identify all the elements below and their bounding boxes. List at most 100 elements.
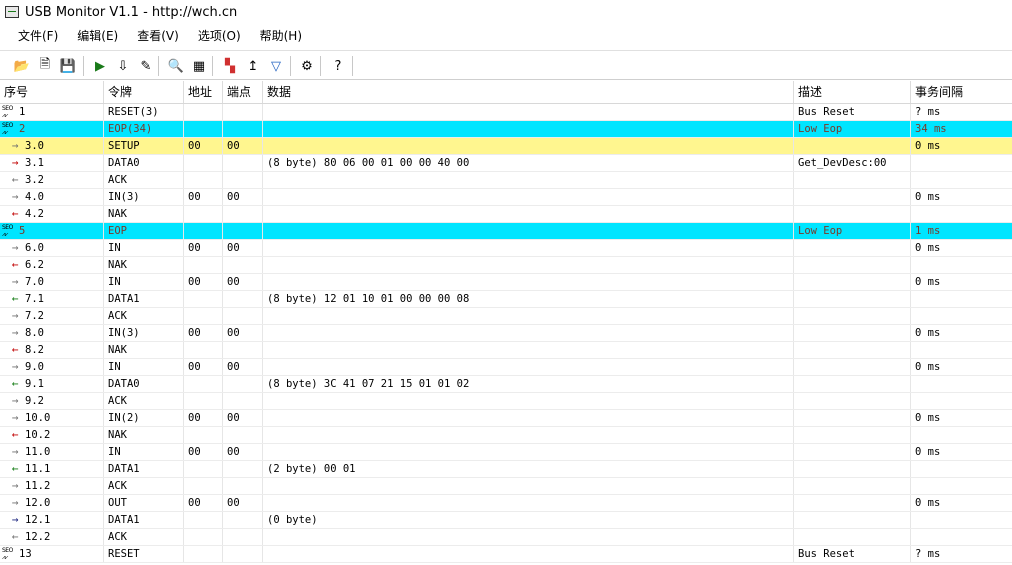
arrow-right-icon: → [11,275,19,288]
packet-row[interactable]: → 3.0 SETUP 00 00 0 ms [0,138,1012,155]
table-view-icon[interactable]: ▦ [189,56,209,76]
endpoint-cell: 00 [223,325,263,341]
description-cell [794,410,911,426]
data-cell: (8 byte) 12 01 10 01 00 00 00 08 [263,291,794,307]
packet-row[interactable]: ← 11.1 DATA1 (2 byte) 00 01 [0,461,1012,478]
address-cell [184,342,223,358]
packet-row[interactable]: → 7.0 IN 00 00 0 ms [0,274,1012,291]
packet-row[interactable]: → 11.2 ACK [0,478,1012,495]
interval-cell [911,206,1012,222]
arrow-left-icon: ← [11,428,19,441]
arrow-right-icon: → [11,241,19,254]
column-header-token[interactable]: 令牌 [104,81,184,103]
toolbar-separator [83,56,84,76]
data-cell [263,172,794,188]
address-cell [184,546,223,562]
address-cell: 00 [184,444,223,460]
packet-row[interactable]: SEO ⩘⩗ 5 EOP Low Eop 1 ms [0,223,1012,240]
packet-row[interactable]: → 10.0 IN(2) 00 00 0 ms [0,410,1012,427]
settings-icon[interactable]: ⚙ [297,56,317,76]
packet-row[interactable]: ← 7.1 DATA1 (8 byte) 12 01 10 01 00 00 00 0… [0,291,1012,308]
find-icon[interactable]: 🔍 [166,56,186,76]
menu-view[interactable]: 查看(V) [129,26,187,46]
trigger-icon[interactable]: ↥ [243,56,263,76]
data-cell: (0 byte) [263,512,794,528]
packet-row[interactable]: ← 10.2 NAK [0,427,1012,444]
data-cell [263,495,794,511]
menu-help[interactable]: 帮助(H) [252,26,310,46]
packet-row[interactable]: → 9.0 IN 00 00 0 ms [0,359,1012,376]
sequence-cell: ← 8.2 [0,342,104,358]
token-cell: IN [104,240,184,256]
address-cell [184,155,223,171]
packet-row[interactable]: ← 3.2 ACK [0,172,1012,189]
packet-row[interactable]: ← 6.2 NAK [0,257,1012,274]
arrow-right-icon: → [11,445,19,458]
packet-row[interactable]: → 12.0 OUT 00 00 0 ms [0,495,1012,512]
filter-icon[interactable]: ▽ [266,56,286,76]
packet-row[interactable]: ← 8.2 NAK [0,342,1012,359]
endpoint-cell [223,104,263,120]
arrow-left-icon: ← [11,377,19,390]
packet-row[interactable]: ← 9.1 DATA0 (8 byte) 3C 41 07 21 15 01 01 0… [0,376,1012,393]
address-cell [184,257,223,273]
data-cell [263,546,794,562]
data-cell [263,342,794,358]
column-header-endpoint[interactable]: 端点 [223,81,263,103]
open-file-icon[interactable]: 🗎 [35,56,55,76]
start-capture-icon[interactable]: ▶ [90,56,110,76]
export-icon[interactable]: ⇩ [113,56,133,76]
column-header-address[interactable]: 地址 [184,81,223,103]
interval-cell [911,342,1012,358]
column-header-data[interactable]: 数据 [263,81,794,103]
column-header-seq[interactable]: 序号 [0,81,104,103]
packet-row[interactable]: → 9.2 ACK [0,393,1012,410]
menu-edit[interactable]: 编辑(E) [69,26,126,46]
arrow-right-icon: → [11,496,19,509]
interval-cell: 0 ms [915,446,941,458]
sequence-cell: ← 7.1 [0,291,104,307]
packet-row[interactable]: ← 4.2 NAK [0,206,1012,223]
packet-row[interactable]: → 6.0 IN 00 00 0 ms [0,240,1012,257]
packet-row[interactable]: SEO ⩘⩗ 2 EOP(34) Low Eop 34 ms [0,121,1012,138]
endpoint-cell [223,546,263,562]
packet-row[interactable]: → 7.2 ACK [0,308,1012,325]
data-cell [263,325,794,341]
sequence-cell: → 11.2 [0,478,104,494]
toolbar-separator [158,56,159,76]
endpoint-cell: 00 [223,274,263,290]
column-header-interval[interactable]: 事务间隔 [911,81,1012,103]
edit-list-icon[interactable]: ✎ [136,56,156,76]
packet-row[interactable]: → 3.1 DATA0 (8 byte) 80 06 00 01 00 00 40 0… [0,155,1012,172]
token-cell: NAK [104,206,184,222]
packet-row[interactable]: SEO ⩘⩗ 13 RESET Bus Reset ? ms [0,546,1012,563]
arrow-right-icon: → [11,394,19,407]
menu-options[interactable]: 选项(O) [190,26,249,46]
packet-row[interactable]: → 4.0 IN(3) 00 00 0 ms [0,189,1012,206]
help-icon[interactable]: ? [328,56,348,76]
save-icon[interactable]: 💾 [58,56,78,76]
sequence-cell: → 7.0 [0,274,104,290]
open-folder-icon[interactable]: 📂 [12,56,32,76]
packet-row[interactable]: SEO ⩘⩗ 1 RESET(3) Bus Reset ? ms [0,104,1012,121]
sequence-number: 10.0 [25,412,51,424]
packet-row[interactable]: → 11.0 IN 00 00 0 ms [0,444,1012,461]
color-grid-icon[interactable]: ▚ [220,56,240,76]
token-cell: RESET(3) [104,104,184,120]
packet-row[interactable]: → 8.0 IN(3) 00 00 0 ms [0,325,1012,342]
column-header-description[interactable]: 描述 [794,81,911,103]
data-cell [263,308,794,324]
sequence-cell: → 6.0 [0,240,104,256]
packet-row[interactable]: → 12.1 DATA1 (0 byte) [0,512,1012,529]
token-cell: NAK [104,342,184,358]
arrow-right-icon: → [11,513,19,526]
endpoint-cell [223,427,263,443]
packet-row[interactable]: ← 12.2 ACK [0,529,1012,546]
endpoint-cell [223,393,263,409]
menu-file[interactable]: 文件(F) [10,26,66,46]
arrow-right-icon: → [11,156,19,169]
token-cell: SETUP [104,138,184,154]
sequence-number: 6.0 [25,242,44,254]
sequence-cell: ← 3.2 [0,172,104,188]
data-cell [263,410,794,426]
